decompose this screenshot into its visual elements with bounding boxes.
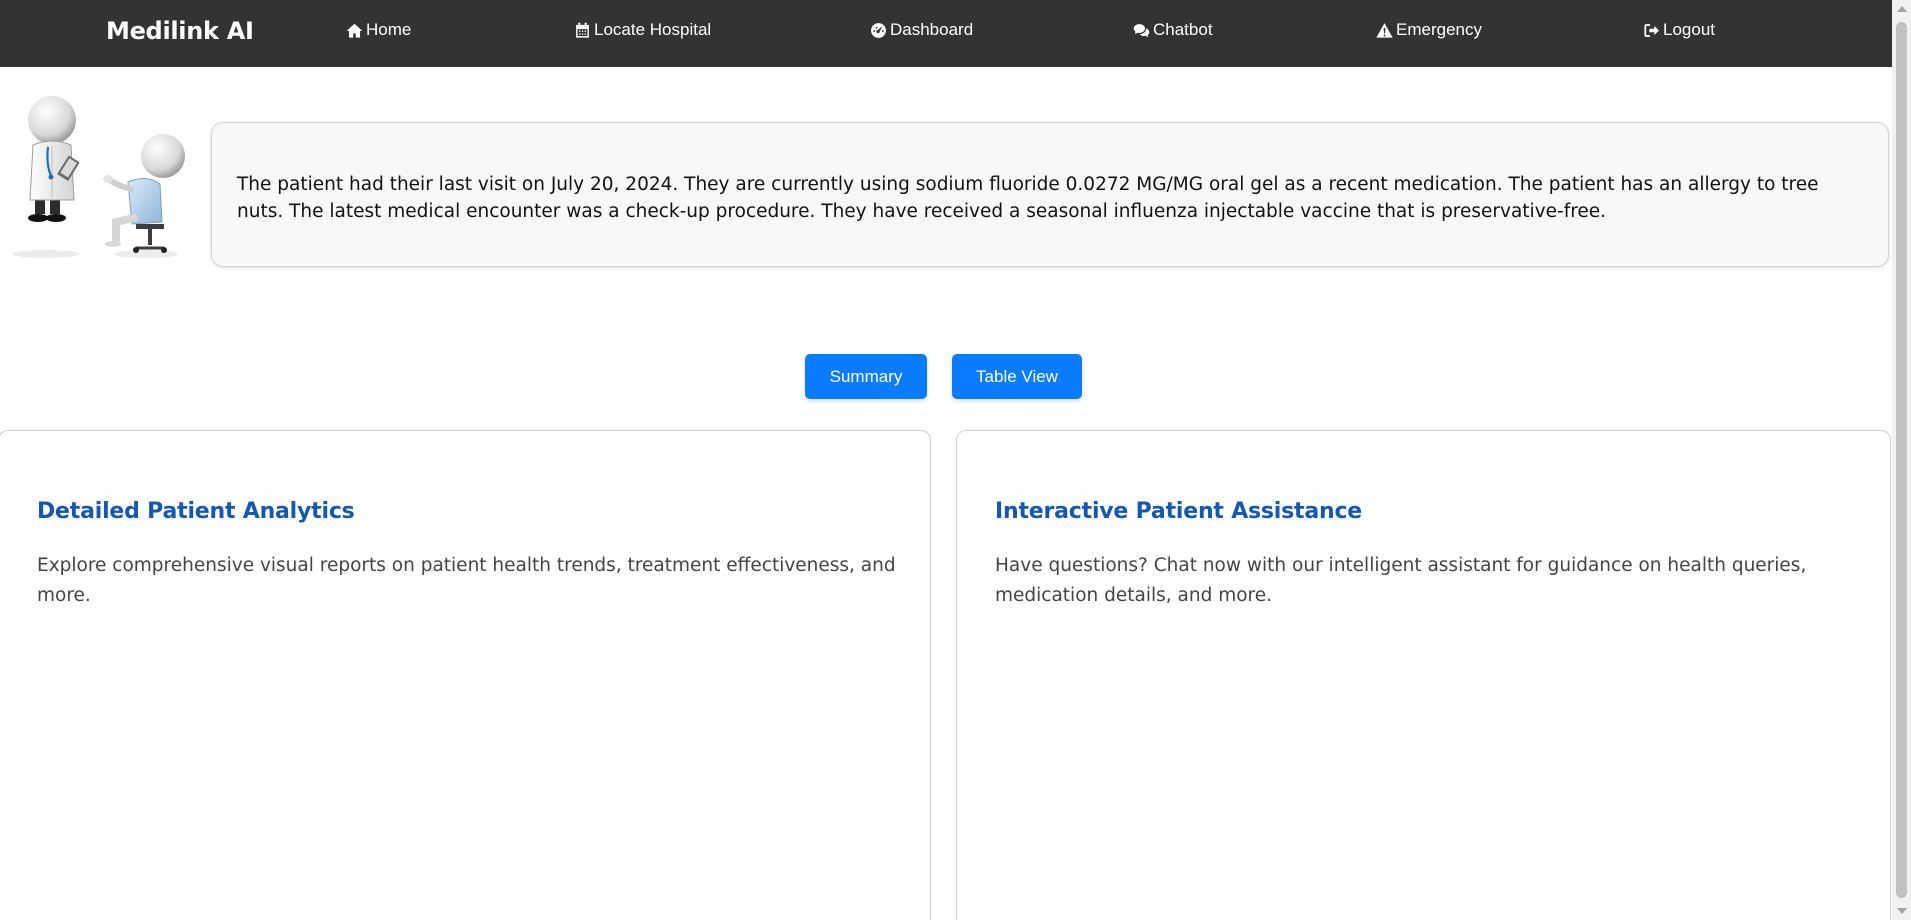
- nav-label-logout: Logout: [1663, 20, 1715, 39]
- scrollbar-thumb[interactable]: [1896, 22, 1907, 898]
- nav-item-chatbot[interactable]: Chatbot: [1133, 20, 1213, 40]
- logout-icon: [1644, 23, 1659, 37]
- nav-item-emergency[interactable]: Emergency: [1376, 20, 1482, 40]
- nav-label-emergency: Emergency: [1396, 20, 1482, 39]
- nav-item-locate-hospital[interactable]: Locate Hospital: [574, 20, 711, 40]
- nav-item-logout[interactable]: Logout: [1643, 20, 1715, 40]
- nav-item-dashboard[interactable]: Dashboard: [870, 20, 973, 40]
- analytics-card-description: Explore comprehensive visual reports on …: [37, 555, 896, 606]
- nav-label-locate-hospital: Locate Hospital: [594, 20, 712, 39]
- scroll-up-arrow-icon[interactable]: [1897, 6, 1907, 12]
- top-navbar: Medilink AI Home Locate Hospital Dashboa…: [0, 0, 1892, 67]
- analytics-card[interactable]: Detailed Patient Analytics Explore compr…: [0, 430, 931, 920]
- dashboard-gauge-icon: [871, 22, 886, 38]
- scroll-down-arrow-icon[interactable]: [1897, 908, 1907, 914]
- table-view-button[interactable]: Table View: [952, 354, 1082, 399]
- nav-label-home: Home: [366, 20, 412, 39]
- patient-summary-card: The patient had their last visit on July…: [211, 122, 1889, 267]
- nav-label-chatbot: Chatbot: [1153, 20, 1213, 39]
- summary-button[interactable]: Summary: [805, 354, 927, 399]
- assistance-card[interactable]: Interactive Patient Assistance Have ques…: [956, 430, 1891, 920]
- nav-item-home[interactable]: Home: [346, 20, 411, 40]
- doctor-patient-illustration: [12, 96, 185, 258]
- home-icon: [346, 23, 363, 38]
- chat-bubbles-icon: [1133, 23, 1150, 37]
- warning-icon: [1376, 22, 1393, 38]
- nav-label-dashboard: Dashboard: [890, 20, 974, 39]
- calendar-icon: [576, 22, 589, 38]
- assistance-card-title: Interactive Patient Assistance: [995, 499, 1363, 524]
- patient-summary-text: The patient had their last visit on July…: [237, 174, 1819, 222]
- vertical-scrollbar[interactable]: [1892, 0, 1911, 920]
- brand-logo[interactable]: Medilink AI: [106, 17, 254, 45]
- assistance-card-description: Have questions? Chat now with our intell…: [995, 555, 1807, 606]
- analytics-card-title: Detailed Patient Analytics: [37, 499, 355, 524]
